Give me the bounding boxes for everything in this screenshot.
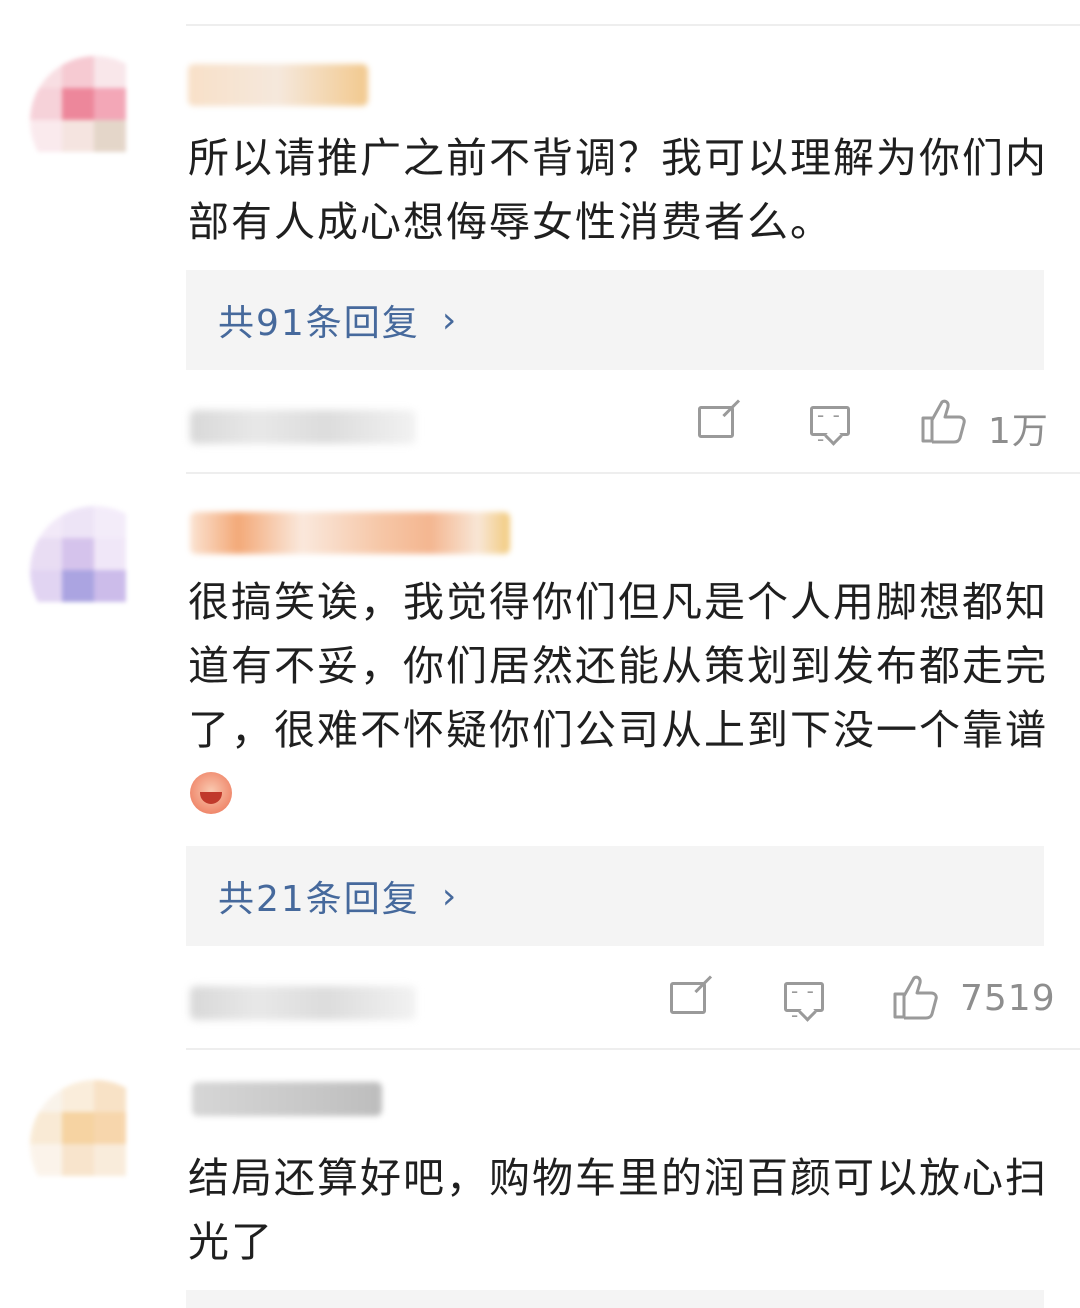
top-divider xyxy=(186,24,1080,26)
thumbs-up-icon[interactable] xyxy=(892,974,940,1020)
avatar[interactable] xyxy=(30,1080,160,1210)
avatar[interactable] xyxy=(30,56,160,186)
comment-text: 结局还算好吧，购物车里的润百颜可以放心扫光了 xyxy=(188,1154,1048,1266)
username-blurred[interactable] xyxy=(190,512,510,554)
comment-text-body: 很搞笑诶，我觉得你们但凡是个人用脚想都知道有不妥，你们居然还能从策划到发布都走完… xyxy=(188,578,1048,754)
reply-thread-button[interactable] xyxy=(186,1290,1044,1308)
timestamp-blurred xyxy=(190,410,416,444)
chevron-right-icon: › xyxy=(441,875,457,917)
comment-icon[interactable] xyxy=(784,979,824,1027)
comment-text: 所以请推广之前不背调？我可以理解为你们内部有人成心想侮辱女性消费者么。 xyxy=(188,134,1048,246)
share-edit-icon[interactable] xyxy=(698,406,734,438)
comment-divider xyxy=(186,1048,1080,1050)
reply-count-label: 共21条回复 xyxy=(218,879,420,920)
username-blurred[interactable] xyxy=(188,64,368,106)
reply-count-label: 共91条回复 xyxy=(218,303,420,344)
like-count: 7519 xyxy=(960,978,1056,1019)
reply-thread-button[interactable]: 共21条回复 › xyxy=(186,846,1044,946)
thumbs-up-icon[interactable] xyxy=(920,398,968,444)
comment-text: 很搞笑诶，我觉得你们但凡是个人用脚想都知道有不妥，你们居然还能从策划到发布都走完… xyxy=(188,570,1048,826)
comment-icon[interactable] xyxy=(810,403,850,451)
avatar[interactable] xyxy=(30,506,160,636)
comment-divider xyxy=(186,472,1080,474)
chevron-right-icon: › xyxy=(441,299,457,341)
username-blurred[interactable] xyxy=(192,1082,382,1116)
timestamp-blurred xyxy=(190,986,416,1020)
share-edit-icon[interactable] xyxy=(670,982,706,1014)
reply-thread-button[interactable]: 共91条回复 › xyxy=(186,270,1044,370)
like-count: 1万 xyxy=(988,411,1049,452)
laughing-emoji-icon xyxy=(190,772,232,814)
